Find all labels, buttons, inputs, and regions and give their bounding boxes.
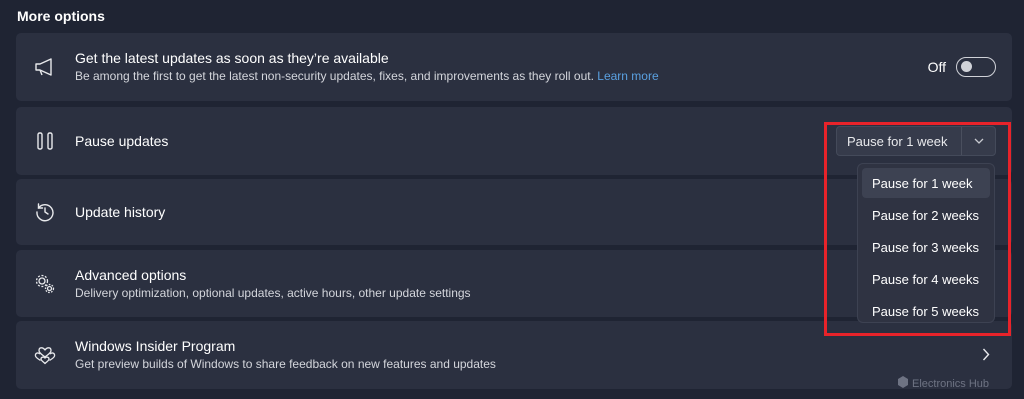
pause-updates-title: Pause updates <box>75 132 169 149</box>
pause-icon <box>34 130 56 152</box>
history-icon <box>34 201 56 223</box>
insider-program-desc: Get preview builds of Windows to share f… <box>75 357 496 371</box>
megaphone-icon <box>34 56 56 78</box>
learn-more-link[interactable]: Learn more <box>597 69 658 83</box>
toggle-knob <box>961 61 972 72</box>
latest-updates-toggle-group[interactable]: Off <box>928 57 996 77</box>
latest-updates-toggle[interactable] <box>956 57 996 77</box>
section-title: More options <box>17 8 105 24</box>
latest-updates-desc-text: Be among the first to get the latest non… <box>75 69 594 83</box>
watermark: Electronics Hub <box>898 376 989 391</box>
latest-updates-desc: Be among the first to get the latest non… <box>75 68 659 84</box>
latest-updates-card[interactable]: Get the latest updates as soon as they’r… <box>16 33 1012 101</box>
advanced-options-desc: Delivery optimization, optional updates,… <box>75 285 471 300</box>
watermark-logo-icon <box>898 376 908 391</box>
toggle-state-label: Off <box>927 59 946 75</box>
latest-updates-title: Get the latest updates as soon as they’r… <box>75 50 389 66</box>
gears-icon <box>34 273 56 295</box>
insider-program-title: Windows Insider Program <box>75 338 236 354</box>
watermark-text: Electronics Hub <box>912 377 990 390</box>
update-history-title: Update history <box>75 203 166 220</box>
chevron-right-icon[interactable] <box>982 348 990 366</box>
advanced-options-title: Advanced options <box>75 266 187 283</box>
insider-hearts-icon <box>34 344 56 366</box>
red-highlight-box <box>824 122 1011 336</box>
